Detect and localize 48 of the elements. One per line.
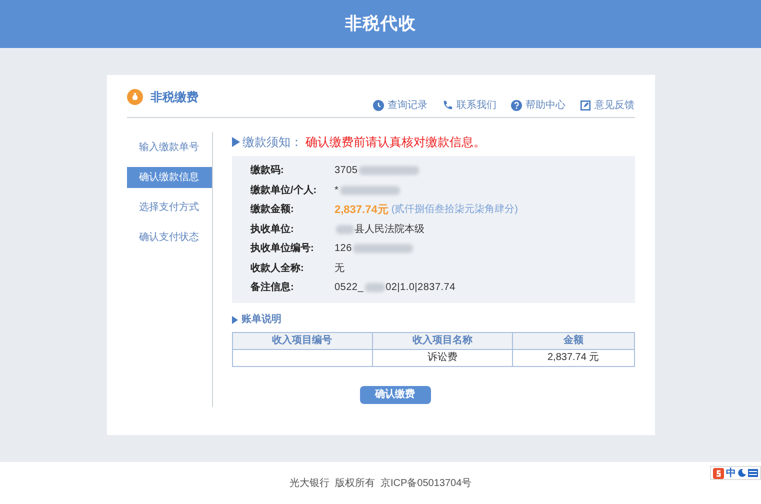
field-value: 126	[334, 242, 352, 256]
confirm-button[interactable]: 确认缴费	[360, 386, 430, 404]
triangle-icon	[232, 316, 238, 324]
header-link[interactable]: 联系我们	[442, 98, 496, 113]
column-header: 金额	[512, 332, 634, 349]
step-item[interactable]: 确认支付状态	[126, 227, 212, 248]
card-title: 非税缴费	[150, 89, 198, 106]
table-cell: 2,837.74 元	[512, 349, 634, 366]
field-value: 02|1.0|2837.74	[386, 281, 456, 296]
moon-icon	[738, 469, 746, 477]
amount-value: 2,837.74元	[334, 202, 388, 218]
field-value: *	[334, 184, 339, 198]
step-item[interactable]: 输入缴款单号	[126, 137, 212, 158]
field-label: 执收单位:	[250, 222, 295, 237]
help-icon	[510, 100, 522, 111]
field-label: 执收单位编号:	[250, 242, 315, 256]
money-bag-icon	[126, 89, 142, 105]
bill-title: 账单说明	[242, 312, 282, 327]
phone-icon	[442, 100, 452, 111]
field-label: 缴款金额:	[250, 202, 295, 218]
field-label: 收款人全称:	[250, 262, 305, 276]
field-value: 无	[334, 262, 345, 276]
notice-text: 确认缴费前请认真核对缴款信息。	[306, 134, 486, 151]
column-header: 收入项目编号	[232, 332, 372, 349]
header-link[interactable]: 帮助中心	[510, 98, 566, 113]
keyboard-icon	[748, 469, 758, 477]
table-cell: 诉讼费	[372, 349, 513, 366]
header-link[interactable]: 查询记录	[372, 98, 428, 113]
edit-icon	[580, 100, 590, 111]
amount-words: (贰仟捌佰叁拾柒元柒角肆分)	[391, 202, 518, 218]
field-value: 0522_	[334, 281, 364, 296]
ime-mode: 中	[726, 466, 736, 480]
logo-icon	[713, 468, 724, 478]
step-item[interactable]: 选择支付方式	[126, 197, 212, 218]
column-header: 收入项目名称	[372, 332, 513, 349]
field-value: 3705	[334, 164, 358, 178]
field-label: 缴款单位/个人:	[250, 184, 318, 198]
ime-toolbar[interactable]: 中	[710, 466, 761, 480]
footer-text: 光大银行 版权所有 京ICP备05013704号	[289, 476, 472, 490]
step-item[interactable]: 确认缴款信息	[126, 167, 212, 188]
triangle-icon	[232, 137, 240, 147]
field-label: 缴款码:	[250, 164, 285, 178]
field-value: 县人民法院本级	[354, 222, 424, 237]
header-link[interactable]: 意见反馈	[580, 98, 634, 113]
header-title: 非税代收	[344, 13, 416, 36]
notice-label: 缴款须知：	[242, 134, 302, 151]
field-label: 备注信息:	[250, 280, 295, 296]
clock-icon	[372, 100, 384, 111]
